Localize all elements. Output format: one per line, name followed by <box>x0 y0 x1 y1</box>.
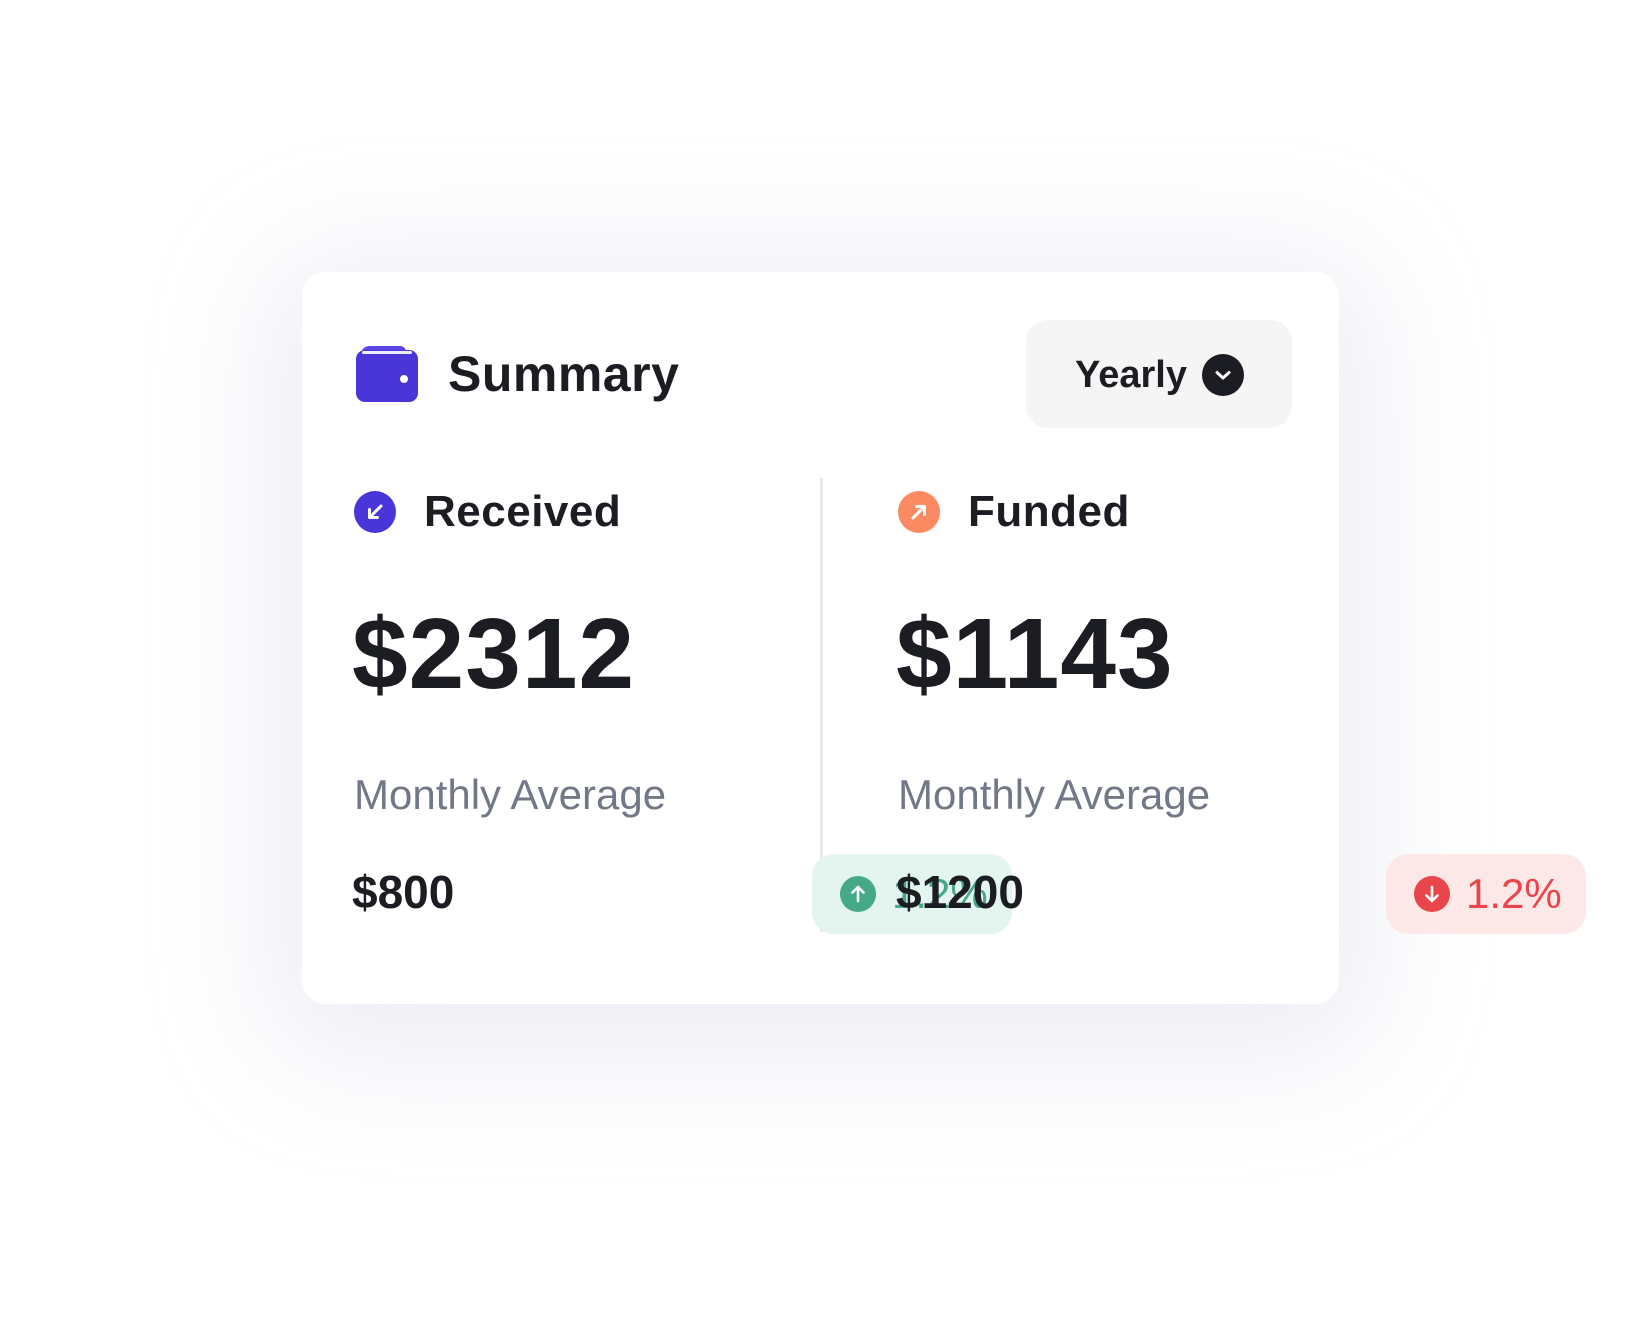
summary-card: Summary Yearly Received $2312 Monthly Av… <box>302 272 1586 1004</box>
wallet-icon <box>356 346 418 402</box>
funded-amount: $1143 <box>896 598 1174 710</box>
funded-section: Funded $1143 Monthly Average $1200 <box>896 478 1356 938</box>
period-dropdown[interactable]: Yearly <box>1026 320 1292 428</box>
arrow-up-right-icon <box>898 491 940 533</box>
funded-label: Funded <box>968 487 1130 536</box>
funded-monthly-average-label: Monthly Average <box>898 771 1211 818</box>
period-dropdown-value: Yearly <box>1075 354 1187 396</box>
funded-monthly-average-value: $1200 <box>896 866 1024 918</box>
chevron-down-icon <box>1202 354 1244 396</box>
received-amount: $2312 <box>352 598 636 710</box>
received-monthly-average-label: Monthly Average <box>354 771 667 818</box>
received-monthly-average-value: $800 <box>352 866 455 918</box>
received-label: Received <box>424 487 622 536</box>
page-title: Summary <box>448 346 680 402</box>
received-section: Received $2312 Monthly Average $800 <box>352 478 812 938</box>
arrow-up-icon <box>840 876 876 912</box>
funded-change-badge: 1.2% <box>1386 854 1586 934</box>
funded-change-value: 1.2% <box>1466 870 1562 917</box>
arrow-down-icon <box>1414 876 1450 912</box>
arrow-down-left-icon <box>354 491 396 533</box>
